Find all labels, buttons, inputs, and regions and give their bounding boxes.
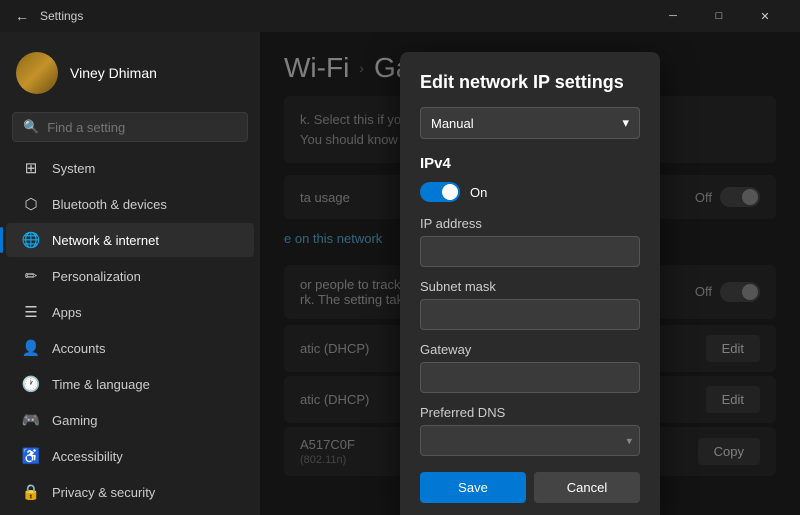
back-button[interactable]: ← [12, 6, 32, 26]
chevron-down-icon: ▾ [622, 115, 629, 131]
subnet-mask-label: Subnet mask [420, 279, 640, 294]
window-controls: ─ □ ✕ [650, 0, 788, 32]
accessibility-icon: ♿ [22, 447, 40, 465]
sidebar-item-label: Network & internet [52, 233, 159, 248]
sidebar-item-system[interactable]: ⊞ System [6, 151, 254, 185]
avatar [16, 52, 58, 94]
gaming-icon: 🎮 [22, 411, 40, 429]
sidebar-item-privacy[interactable]: 🔒 Privacy & security [6, 475, 254, 509]
dialog-buttons: Save Cancel [420, 472, 640, 503]
subnet-mask-field: Subnet mask [420, 279, 640, 330]
sidebar: Viney Dhiman 🔍 ⊞ System ⬡ Bluetooth & de… [0, 32, 260, 515]
accounts-icon: 👤 [22, 339, 40, 357]
time-icon: 🕐 [22, 375, 40, 393]
sidebar-item-gaming[interactable]: 🎮 Gaming [6, 403, 254, 437]
sidebar-item-bluetooth[interactable]: ⬡ Bluetooth & devices [6, 187, 254, 221]
sidebar-item-label: Privacy & security [52, 485, 155, 500]
sidebar-item-label: Accounts [52, 341, 105, 356]
sidebar-item-label: Time & language [52, 377, 150, 392]
sidebar-item-accessibility[interactable]: ♿ Accessibility [6, 439, 254, 473]
preferred-dns-row: ▾ [420, 425, 640, 456]
close-button[interactable]: ✕ [742, 0, 788, 32]
sidebar-item-accounts[interactable]: 👤 Accounts [6, 331, 254, 365]
sidebar-item-label: System [52, 161, 95, 176]
preferred-dns-field: Preferred DNS ▾ [420, 405, 640, 456]
ip-address-field: IP address [420, 216, 640, 267]
privacy-icon: 🔒 [22, 483, 40, 501]
maximize-button[interactable]: □ [696, 0, 742, 32]
ip-address-label: IP address [420, 216, 640, 231]
ip-address-input[interactable] [420, 236, 640, 267]
ipv4-toggle[interactable] [420, 182, 460, 202]
network-icon: 🌐 [22, 231, 40, 249]
sidebar-item-apps[interactable]: ☰ Apps [6, 295, 254, 329]
sidebar-item-label: Personalization [52, 269, 141, 284]
ip-mode-dropdown[interactable]: Manual ▾ [420, 107, 640, 139]
personalization-icon: ✏ [22, 267, 40, 285]
sidebar-item-label: Gaming [52, 413, 98, 428]
sidebar-item-time[interactable]: 🕐 Time & language [6, 367, 254, 401]
sidebar-item-network[interactable]: 🌐 Network & internet [6, 223, 254, 257]
dialog-title: Edit network IP settings [420, 72, 640, 93]
dropdown-value: Manual [431, 116, 474, 131]
subnet-mask-input[interactable] [420, 299, 640, 330]
sidebar-item-label: Apps [52, 305, 82, 320]
preferred-dns-label: Preferred DNS [420, 405, 640, 420]
cancel-button[interactable]: Cancel [534, 472, 640, 503]
save-button[interactable]: Save [420, 472, 526, 503]
sidebar-item-label: Accessibility [52, 449, 123, 464]
search-input[interactable] [47, 120, 237, 135]
user-profile[interactable]: Viney Dhiman [0, 40, 260, 106]
system-icon: ⊞ [22, 159, 40, 177]
search-box[interactable]: 🔍 [12, 112, 248, 142]
dialog-overlay: Edit network IP settings Manual ▾ IPv4 O… [260, 32, 800, 515]
sidebar-item-personalization[interactable]: ✏ Personalization [6, 259, 254, 293]
window-title: Settings [40, 9, 650, 23]
edit-ip-dialog: Edit network IP settings Manual ▾ IPv4 O… [400, 52, 660, 515]
ipv4-toggle-row: On [420, 182, 640, 202]
gateway-label: Gateway [420, 342, 640, 357]
minimize-button[interactable]: ─ [650, 0, 696, 32]
sidebar-item-label: Bluetooth & devices [52, 197, 167, 212]
ipv4-toggle-label: On [470, 185, 487, 200]
main-content: Wi-Fi › Galaxy A517C0F k. Select this if… [260, 32, 800, 515]
gateway-field: Gateway [420, 342, 640, 393]
bluetooth-icon: ⬡ [22, 195, 40, 213]
ipv4-section-heading: IPv4 [420, 155, 640, 172]
gateway-input[interactable] [420, 362, 640, 393]
title-bar: ← Settings ─ □ ✕ [0, 0, 800, 32]
search-icon: 🔍 [23, 119, 39, 135]
apps-icon: ☰ [22, 303, 40, 321]
preferred-dns-input[interactable] [420, 425, 640, 456]
user-name: Viney Dhiman [70, 65, 157, 81]
